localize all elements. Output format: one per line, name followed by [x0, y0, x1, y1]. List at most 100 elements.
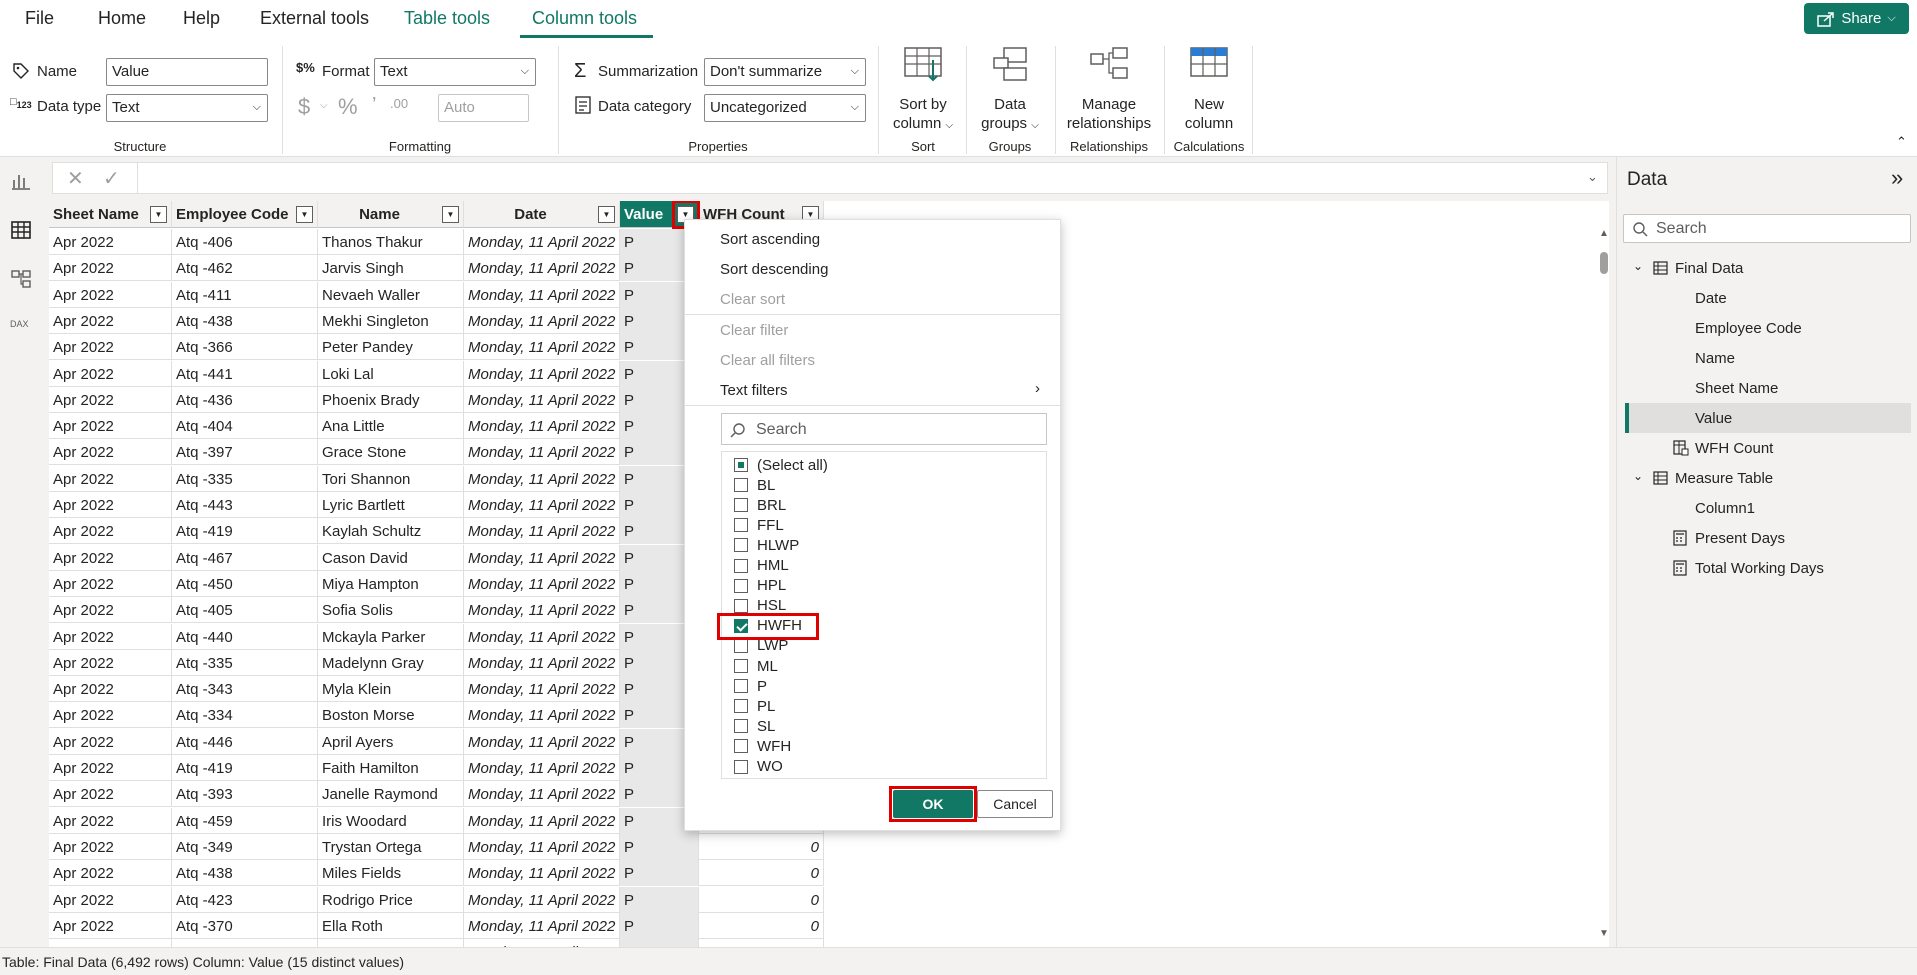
scroll-down-icon[interactable]: ▼: [1599, 928, 1609, 939]
table-row[interactable]: Apr 2022 Atq -349 Trystan Ortega Monday, 11…: [49, 833, 824, 860]
tree-measure-present-days[interactable]: Present Days: [1695, 530, 1785, 547]
commit-formula-icon[interactable]: ✓: [103, 166, 120, 191]
sort-by-column-button[interactable]: Sort by column ⌵: [888, 46, 958, 135]
checkbox[interactable]: [734, 498, 748, 513]
checkbox[interactable]: [734, 638, 748, 653]
checkbox[interactable]: [734, 478, 748, 493]
filter-option[interactable]: BRL: [734, 495, 786, 515]
filter-option[interactable]: BL: [734, 475, 775, 495]
tree-table-measure-table[interactable]: Measure Table: [1675, 470, 1773, 487]
tree-measure-total-working-days[interactable]: Total Working Days: [1695, 560, 1824, 577]
filter-option[interactable]: P: [734, 676, 767, 696]
new-column-button[interactable]: New column: [1172, 46, 1246, 133]
column-header-employee-code[interactable]: Employee Code ▼: [172, 201, 318, 228]
data-groups-button[interactable]: Data groups ⌵: [975, 46, 1045, 135]
menu-file[interactable]: File: [25, 8, 54, 29]
filter-dropdown-icon[interactable]: ▼: [598, 206, 615, 223]
summarization-select[interactable]: Don't summarize ⌵: [704, 58, 866, 86]
tree-table-final-data[interactable]: Final Data: [1675, 260, 1743, 277]
group-divider: [1252, 46, 1253, 154]
filter-option[interactable]: FFL: [734, 515, 784, 535]
filter-dropdown-icon[interactable]: ▼: [150, 206, 167, 223]
expand-formula-icon[interactable]: ⌄: [1587, 169, 1598, 185]
cancel-formula-icon[interactable]: ✕: [67, 166, 84, 191]
report-view-icon[interactable]: [11, 171, 31, 194]
tree-field-sheet-name[interactable]: Sheet Name: [1695, 380, 1778, 397]
filter-option[interactable]: HPL: [734, 576, 786, 596]
checkbox[interactable]: [734, 538, 748, 553]
table-row[interactable]: Apr 2022 Atq -370 Ella Roth Monday, 11 Apri…: [49, 912, 824, 939]
tree-field-wfh-count[interactable]: WFH Count: [1695, 440, 1773, 457]
filter-dropdown-icon[interactable]: ▼: [442, 206, 459, 223]
sort-descending-item[interactable]: Sort descending: [720, 261, 828, 278]
manage-relationships-button[interactable]: Manage relationships: [1063, 46, 1155, 133]
checkbox[interactable]: [734, 578, 748, 593]
data-category-select[interactable]: Uncategorized ⌵: [704, 94, 866, 122]
menu-column-tools[interactable]: Column tools: [532, 8, 637, 29]
column-header-date[interactable]: Date ▼: [464, 201, 620, 228]
data-search-box[interactable]: Search: [1623, 214, 1911, 243]
cell-sheet-name: Apr 2022: [49, 597, 172, 624]
tree-field-date[interactable]: Date: [1695, 290, 1727, 307]
table-row[interactable]: Apr 2022 Atq -438 Miles Fields Monday, 11 A…: [49, 860, 824, 887]
filter-option[interactable]: HLWP: [734, 535, 799, 555]
menu-home[interactable]: Home: [98, 8, 146, 29]
data-category-icon: [575, 96, 591, 117]
filter-option[interactable]: SL: [734, 716, 775, 736]
column-header-sheet-name[interactable]: Sheet Name ▼: [49, 201, 172, 228]
filter-option[interactable]: PL: [734, 696, 775, 716]
cancel-button[interactable]: Cancel: [977, 790, 1053, 818]
column-header-name[interactable]: Name ▼: [318, 201, 464, 228]
sort-ascending-item[interactable]: Sort ascending: [720, 231, 820, 248]
checkbox[interactable]: [734, 458, 748, 472]
filter-option[interactable]: HML: [734, 556, 789, 576]
cell-date: Monday, 11 April 2022: [464, 939, 620, 947]
filter-dropdown-icon[interactable]: ▼: [296, 206, 313, 223]
filter-search-box[interactable]: Search: [721, 413, 1047, 445]
filter-option[interactable]: WO: [734, 757, 783, 777]
share-button[interactable]: Share ⌵: [1804, 3, 1909, 34]
cell-name: Trystan Ortega: [318, 833, 464, 860]
checkbox[interactable]: [734, 659, 748, 673]
decimal-places-input[interactable]: Auto: [438, 94, 529, 122]
model-view-icon[interactable]: [11, 269, 31, 292]
scroll-thumb[interactable]: [1600, 252, 1608, 274]
menu-table-tools[interactable]: Table tools: [404, 8, 490, 29]
chevron-down-icon[interactable]: ⌄: [1633, 469, 1643, 483]
data-type-select[interactable]: Text ⌵: [106, 94, 268, 122]
tree-field-name[interactable]: Name: [1695, 350, 1735, 367]
checkbox[interactable]: [734, 739, 748, 754]
checkbox[interactable]: [734, 699, 748, 714]
tree-field-column1[interactable]: Column1: [1695, 500, 1755, 517]
filter-option[interactable]: (Select all): [734, 455, 828, 475]
menu-external-tools[interactable]: External tools: [260, 8, 369, 29]
column-name-input[interactable]: Value: [106, 58, 268, 86]
checkbox[interactable]: [734, 719, 748, 734]
chevron-down-icon[interactable]: ⌄: [1633, 259, 1643, 273]
table-row[interactable]: Apr 2022 Atq -423 Rodrigo Price Monday, 11 …: [49, 886, 824, 913]
cell-sheet-name: Apr 2022: [49, 676, 172, 703]
text-filters-item[interactable]: Text filters: [720, 382, 788, 399]
tree-field-value[interactable]: Value: [1695, 410, 1732, 427]
collapse-pane-icon[interactable]: »: [1891, 165, 1903, 191]
table-scrollbar[interactable]: ▲ ▼: [1597, 228, 1611, 946]
checkbox[interactable]: [734, 679, 748, 694]
table-row[interactable]: Apr 2022Atq -433Jayce FuentesMonday, 11 …: [49, 939, 824, 947]
collapse-ribbon-icon[interactable]: ⌃: [1896, 134, 1907, 150]
cell-date: Monday, 11 April 2022: [464, 833, 620, 860]
scroll-up-icon[interactable]: ▲: [1599, 228, 1609, 239]
formula-bar[interactable]: ✕ ✓ ⌄: [52, 162, 1608, 194]
tree-field-employee-code[interactable]: Employee Code: [1695, 320, 1802, 337]
checkbox[interactable]: [734, 558, 748, 573]
checkbox[interactable]: [734, 518, 748, 533]
filter-option-label: BRL: [757, 496, 787, 514]
checkbox[interactable]: [734, 759, 748, 774]
cell-date: Monday, 11 April 2022: [464, 413, 620, 440]
filter-option[interactable]: WFH: [734, 736, 791, 756]
table-view-icon[interactable]: [11, 220, 31, 243]
dax-query-view-icon[interactable]: DAX: [10, 319, 29, 329]
filter-option[interactable]: ML: [734, 656, 778, 676]
checkbox[interactable]: [734, 598, 748, 613]
format-select[interactable]: Text ⌵: [374, 58, 536, 86]
menu-help[interactable]: Help: [183, 8, 220, 29]
